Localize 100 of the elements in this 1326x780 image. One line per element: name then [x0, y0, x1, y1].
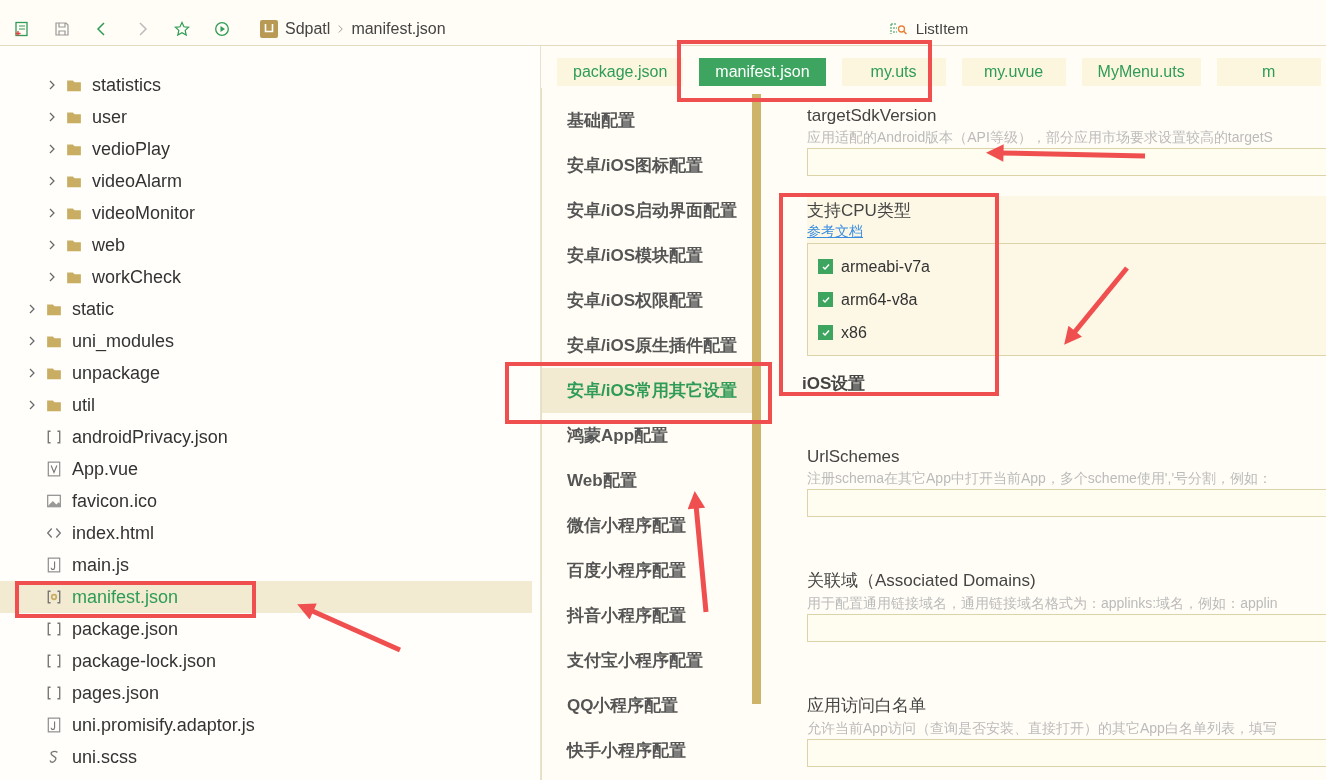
image-file-icon [46, 493, 62, 509]
nav-item[interactable]: 快手小程序配置 [542, 728, 752, 773]
nav-item[interactable]: 微信小程序配置 [542, 503, 752, 548]
save-icon[interactable] [54, 20, 70, 37]
input-field[interactable] [807, 614, 1326, 642]
chevron-icon[interactable] [48, 208, 56, 218]
option-label: armeabi-v7a [841, 257, 930, 276]
breadcrumb-item[interactable]: manifest.json [351, 19, 446, 38]
field-label: UrlSchemes [807, 447, 900, 467]
tree-item[interactable]: uni_modules [72, 330, 175, 352]
chevron-icon[interactable] [48, 80, 56, 90]
new-file-icon[interactable] [14, 20, 30, 37]
folder-icon [66, 205, 82, 221]
settings-file-icon [46, 589, 62, 605]
nav-item[interactable]: Web配置 [542, 458, 752, 503]
nav-item[interactable]: 鸿蒙App配置 [542, 413, 752, 458]
tree-item[interactable]: main.js [72, 554, 129, 576]
chevron-icon [337, 23, 345, 34]
scrollbar-thumb[interactable] [752, 94, 761, 704]
outline-label: ListItem [915, 20, 969, 37]
field-description: 注册schema在其它App中打开当前App，多个scheme使用','号分割，例如： [807, 470, 1274, 488]
folder-icon [46, 333, 62, 349]
tree-item[interactable]: index.html [72, 522, 155, 544]
nav-item[interactable]: 安卓/iOS模块配置 [542, 233, 752, 278]
tree-item[interactable]: pages.json [72, 682, 160, 704]
code-file-icon [46, 525, 62, 541]
checkbox[interactable] [818, 292, 833, 307]
input-field[interactable] [807, 739, 1326, 767]
option-label: x86 [841, 323, 867, 342]
brackets-file-icon [46, 429, 62, 445]
field-description: 用于配置通用链接域名，通用链接域名格式为：applinks:域名，例如：applin [807, 595, 1279, 613]
tree-item[interactable]: videoMonitor [92, 202, 196, 224]
chevron-icon[interactable] [48, 272, 56, 282]
nav-item[interactable]: 安卓/iOS启动界面配置 [542, 188, 752, 233]
nav-item[interactable]: 抖音小程序配置 [542, 593, 752, 638]
tree-item[interactable]: androidPrivacy.json [72, 426, 228, 448]
tree-item[interactable]: videoAlarm [92, 170, 183, 192]
nav-item[interactable]: 基础配置 [542, 98, 752, 143]
option-label: arm64-v8a [841, 290, 918, 309]
tree-item[interactable]: static [72, 298, 114, 320]
brackets-file-icon [46, 685, 62, 701]
check-icon [820, 261, 831, 272]
folder-icon [66, 237, 82, 253]
nav-item[interactable]: 百度小程序配置 [542, 548, 752, 593]
field-description: 允许当前App访问（查询是否安装、直接打开）的其它App白名单列表，填写 [807, 720, 1278, 738]
input-field[interactable] [807, 489, 1326, 517]
outline-search-icon[interactable] [889, 20, 908, 37]
folder-icon [46, 365, 62, 381]
tree-item[interactable]: statistics [92, 74, 161, 96]
checkbox[interactable] [818, 325, 833, 340]
chevron-icon[interactable] [48, 176, 56, 186]
folder-icon [66, 269, 82, 285]
run-icon[interactable] [214, 20, 230, 37]
check-icon [820, 327, 831, 338]
section-heading: iOS设置 [802, 373, 867, 395]
field-description: 应用适配的Android版本（API等级），部分应用市场要求设置较高的targetS [807, 129, 1274, 147]
brackets-file-icon [46, 653, 62, 669]
brackets-file-icon [46, 621, 62, 637]
breadcrumb-item[interactable]: Sdpatl [285, 19, 331, 38]
star-icon[interactable] [174, 20, 190, 37]
chevron-icon[interactable] [48, 144, 56, 154]
folder-icon [66, 77, 82, 93]
tree-item[interactable]: user [92, 106, 127, 128]
tree-item[interactable]: package-lock.json [72, 650, 217, 672]
tree-item[interactable]: uni.scss [72, 746, 138, 768]
folder-icon [46, 397, 62, 413]
chevron-icon[interactable] [28, 368, 36, 378]
nav-item[interactable]: 支付宝小程序配置 [542, 638, 752, 683]
tree-item[interactable]: App.vue [72, 458, 139, 480]
tree-item[interactable]: workCheck [92, 266, 182, 288]
chevron-icon[interactable] [48, 240, 56, 250]
check-icon [820, 294, 831, 305]
tree-item[interactable]: unpackage [72, 362, 161, 384]
tree-item[interactable]: favicon.ico [72, 490, 158, 512]
nav-item[interactable]: 安卓/iOS原生插件配置 [542, 323, 752, 368]
folder-icon [66, 173, 82, 189]
nav-item[interactable]: 安卓/iOS权限配置 [542, 278, 752, 323]
chevron-icon[interactable] [28, 400, 36, 410]
tree-item[interactable]: web [92, 234, 126, 256]
folder-icon [46, 301, 62, 317]
nav-item[interactable]: 安卓/iOS图标配置 [542, 143, 752, 188]
nav-item[interactable]: QQ小程序配置 [542, 683, 752, 728]
tree-item[interactable]: vedioPlay [92, 138, 171, 160]
chevron-icon[interactable] [48, 112, 56, 122]
project-logo-icon [260, 19, 278, 38]
field-label: targetSdkVersion [807, 106, 937, 126]
input-field[interactable] [807, 148, 1326, 176]
field-label: 支持CPU类型 [807, 200, 912, 222]
checkbox[interactable] [818, 259, 833, 274]
js-file-icon [46, 717, 62, 733]
vue-file-icon [46, 461, 62, 477]
folder-icon [66, 109, 82, 125]
field-label: 应用访问白名单 [807, 695, 926, 717]
js-file-icon [46, 557, 62, 573]
chevron-icon[interactable] [28, 336, 36, 346]
tree-item[interactable]: uni.promisify.adaptor.js [72, 714, 255, 736]
tree-item[interactable]: util [72, 394, 95, 416]
tree-item[interactable]: package.json [72, 618, 179, 640]
chevron-icon[interactable] [28, 304, 36, 314]
field-label: 关联域（Associated Domains) [807, 570, 1036, 592]
